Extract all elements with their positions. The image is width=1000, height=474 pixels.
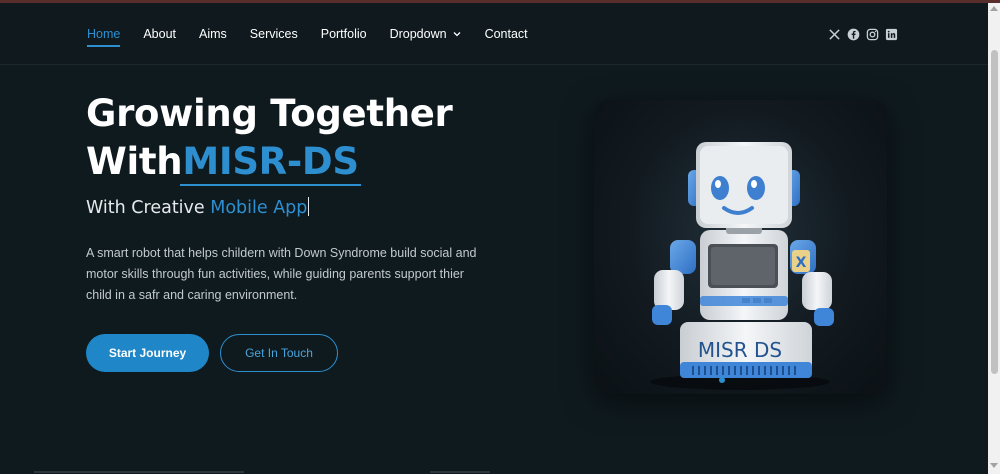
- nav-item-dropdown[interactable]: Dropdown: [390, 27, 462, 41]
- scrollbar-thumb[interactable]: [991, 50, 998, 374]
- nav-item-label: Dropdown: [389, 27, 447, 41]
- nav-item-about[interactable]: About: [143, 27, 176, 41]
- nav-item-label: Portfolio: [320, 27, 367, 41]
- hero-title-prefix: With: [86, 140, 183, 183]
- nav-item-label: Aims: [199, 27, 227, 41]
- nav-item-label: Services: [249, 27, 298, 41]
- robot-illustration: MISR DS X: [650, 142, 834, 390]
- subtitle-highlight: Mobile App: [210, 198, 308, 218]
- divider: [34, 471, 244, 473]
- nav-item-services[interactable]: Services: [250, 27, 298, 41]
- robot-label: MISR DS: [698, 338, 782, 362]
- navbar: Home About Aims Services Portfolio Dropd…: [0, 3, 988, 65]
- x-icon[interactable]: [827, 27, 841, 41]
- start-journey-button[interactable]: Start Journey: [86, 334, 209, 372]
- typing-cursor: [308, 197, 310, 216]
- hero-title: Growing Together WithMISR-DS: [86, 90, 556, 186]
- next-section-edge: [0, 470, 988, 474]
- brand-name: MISR-DS: [180, 138, 362, 186]
- nav-item-aims[interactable]: Aims: [199, 27, 227, 41]
- chevron-down-icon: [453, 32, 461, 37]
- get-in-touch-button[interactable]: Get In Touch: [220, 334, 338, 372]
- social-links: [822, 3, 898, 65]
- scroll-up-arrow-icon[interactable]: [990, 6, 998, 11]
- nav-item-label: About: [143, 27, 177, 41]
- linkedin-icon[interactable]: [884, 27, 898, 41]
- nav-item-label: Home: [87, 27, 121, 41]
- nav-item-portfolio[interactable]: Portfolio: [321, 27, 367, 41]
- hero-title-line1: Growing Together: [86, 92, 453, 135]
- nav-menu: Home About Aims Services Portfolio Dropd…: [87, 3, 551, 65]
- nav-item-label: Contact: [484, 27, 528, 41]
- carousel-indicator[interactable]: [719, 377, 725, 383]
- facebook-icon[interactable]: [846, 27, 860, 41]
- subtitle-prefix: With Creative: [86, 198, 211, 218]
- nav-item-contact[interactable]: Contact: [485, 27, 528, 41]
- instagram-icon[interactable]: [865, 27, 879, 41]
- scroll-down-arrow-icon[interactable]: [990, 463, 998, 468]
- hero-subtitle: With Creative Mobile App: [86, 197, 310, 218]
- hero-description: A smart robot that helps childern with D…: [86, 246, 477, 302]
- svg-text:X: X: [796, 255, 807, 271]
- nav-item-home[interactable]: Home: [87, 27, 121, 47]
- divider: [430, 471, 490, 473]
- robot-image: MISR DS X: [594, 100, 887, 394]
